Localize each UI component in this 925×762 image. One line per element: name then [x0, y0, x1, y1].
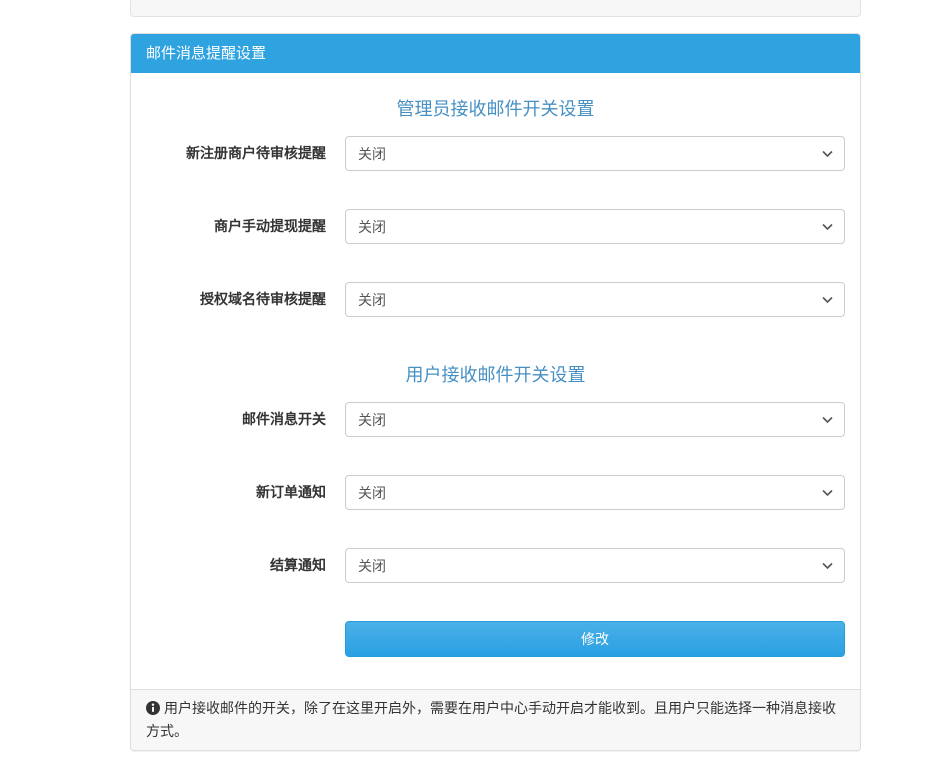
select-wrapper: 关闭: [345, 209, 845, 244]
select-wrapper: 关闭: [345, 548, 845, 583]
panel-title: 邮件消息提醒设置: [131, 34, 860, 73]
button-row: 修改: [146, 621, 845, 657]
authorized-domain-pending-review-reminder-select[interactable]: 关闭: [345, 282, 845, 317]
field-label: 授权域名待审核提醒: [146, 290, 326, 310]
form-row: 商户手动提现提醒 关闭: [146, 209, 845, 244]
merchant-manual-withdrawal-reminder-select[interactable]: 关闭: [345, 209, 845, 244]
form-row: 新注册商户待审核提醒 关闭: [146, 136, 845, 171]
field-label: 结算通知: [146, 556, 326, 576]
info-circle-icon: [146, 700, 160, 721]
form-row: 邮件消息开关 关闭: [146, 402, 845, 437]
select-wrapper: 关闭: [345, 402, 845, 437]
button-spacer: [146, 621, 345, 657]
field-label: 邮件消息开关: [146, 410, 326, 430]
field-label: 新注册商户待审核提醒: [146, 144, 326, 164]
form-row: 授权域名待审核提醒 关闭: [146, 282, 845, 317]
panel-footer: 用户接收邮件的开关，除了在这里开启外，需要在用户中心手动开启才能收到。且用户只能…: [131, 689, 860, 750]
field-label: 商户手动提现提醒: [146, 217, 326, 237]
footer-note-text: 用户接收邮件的开关，除了在这里开启外，需要在用户中心手动开启才能收到。且用户只能…: [146, 700, 836, 739]
select-wrapper: 关闭: [345, 282, 845, 317]
settlement-notification-select[interactable]: 关闭: [345, 548, 845, 583]
previous-panel-bottom-edge: [130, 0, 861, 17]
email-message-switch-select[interactable]: 关闭: [345, 402, 845, 437]
content-column: 邮件消息提醒设置 管理员接收邮件开关设置 新注册商户待审核提醒 关闭: [130, 0, 861, 751]
field-label: 新订单通知: [146, 483, 326, 503]
select-wrapper: 关闭: [345, 475, 845, 510]
form-row: 新订单通知 关闭: [146, 475, 845, 510]
new-order-notification-select[interactable]: 关闭: [345, 475, 845, 510]
section-heading-admin: 管理员接收邮件开关设置: [146, 97, 845, 122]
select-wrapper: 关闭: [345, 136, 845, 171]
modify-submit-button[interactable]: 修改: [345, 621, 845, 657]
form-row: 结算通知 关闭: [146, 548, 845, 583]
panel-body: 管理员接收邮件开关设置 新注册商户待审核提醒 关闭 商户手动提现提醒: [131, 97, 860, 689]
page: 邮件消息提醒设置 管理员接收邮件开关设置 新注册商户待审核提醒 关闭: [0, 0, 925, 762]
new-merchant-pending-review-reminder-select[interactable]: 关闭: [345, 136, 845, 171]
section-heading-user: 用户接收邮件开关设置: [146, 363, 845, 388]
email-settings-panel: 邮件消息提醒设置 管理员接收邮件开关设置 新注册商户待审核提醒 关闭: [130, 33, 861, 751]
